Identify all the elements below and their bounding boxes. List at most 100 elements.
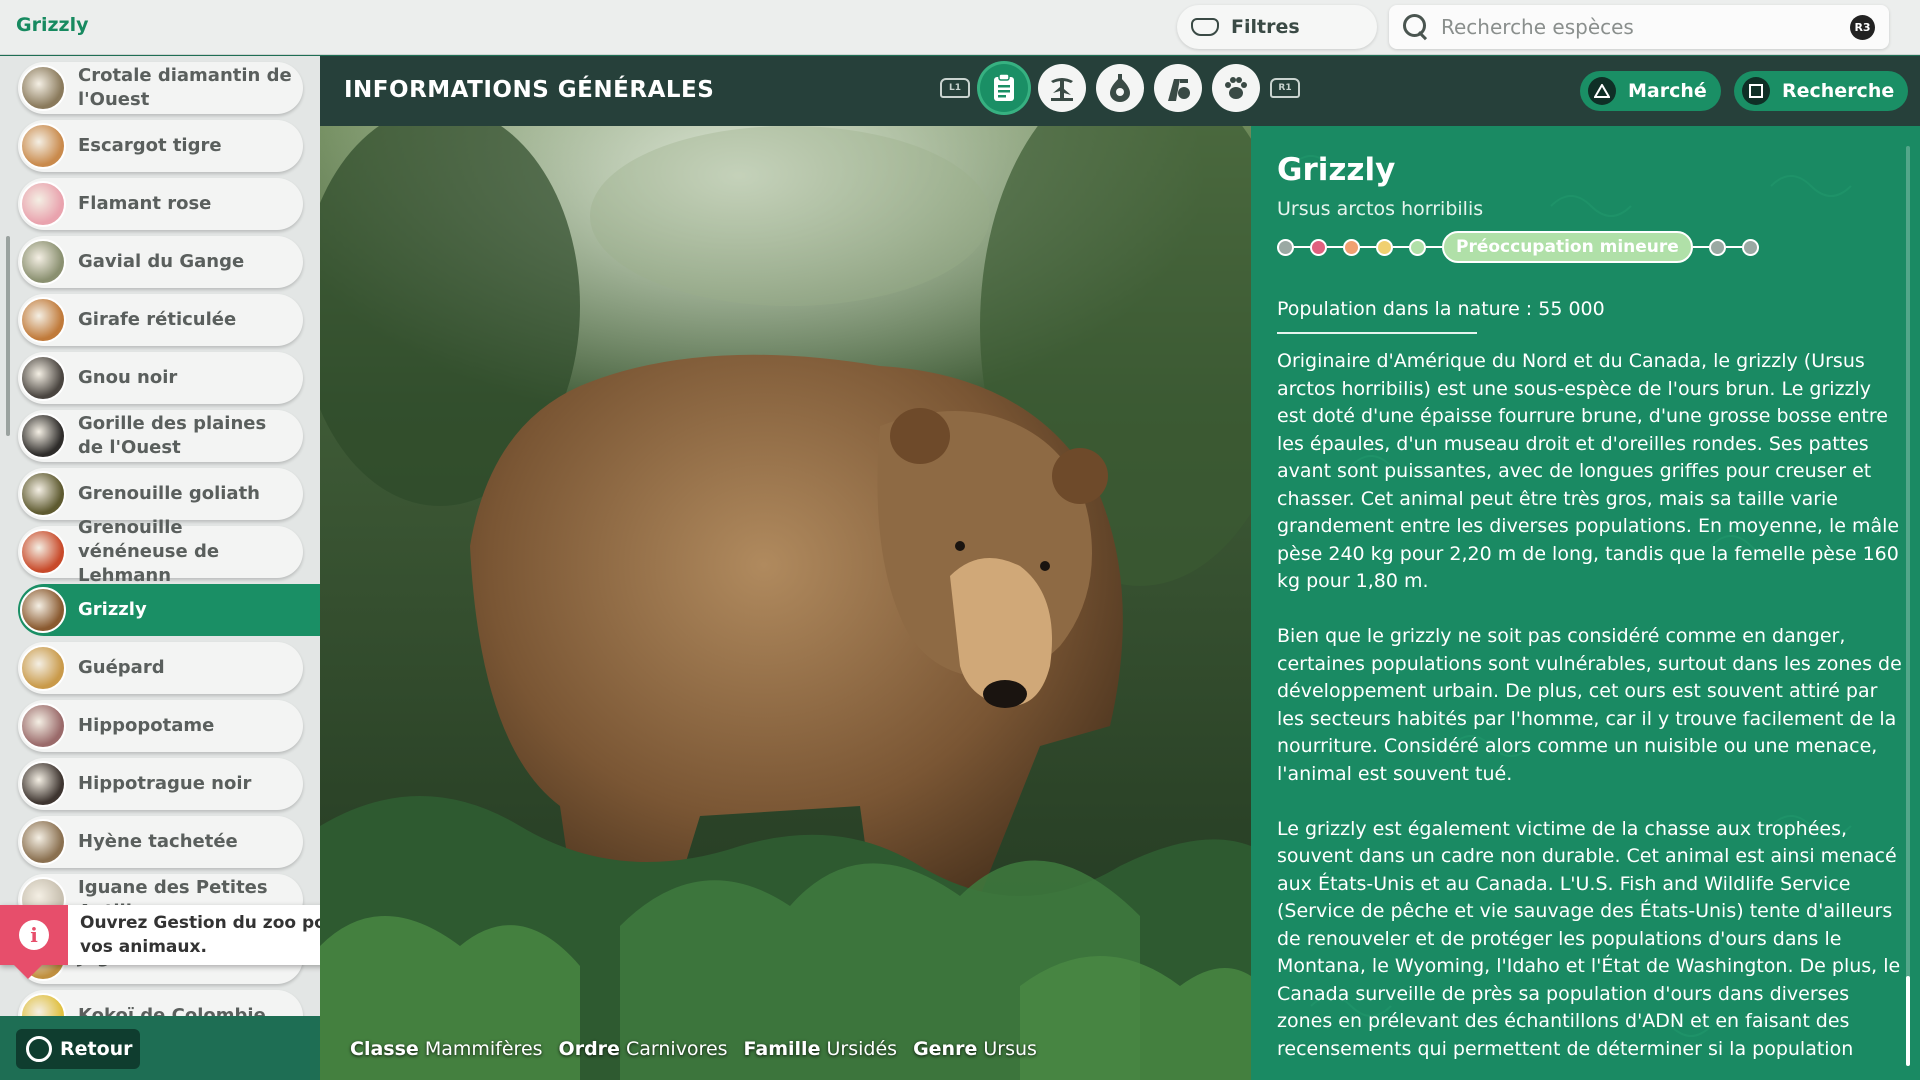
square-button-icon [1742, 77, 1770, 105]
status-link [1426, 246, 1442, 248]
list-scrollbar[interactable] [6, 236, 10, 436]
breadcrumb: Grizzly [16, 14, 89, 36]
species-item-label: Gorille des plaines de l'Ouest [78, 413, 267, 458]
status-dot [1343, 238, 1360, 256]
market-label: Marché [1628, 80, 1707, 102]
enrichment-icon [1168, 79, 1190, 101]
description-scroll-thumb[interactable] [1906, 976, 1910, 1066]
species-list: Crotale diamantin de l'Ouest Escargot tig… [18, 62, 320, 1016]
grizzly-bear-image [320, 126, 1251, 1080]
species-item-label: Grenouille goliath [78, 483, 260, 504]
tab-behaviour[interactable] [1212, 64, 1260, 112]
filter-icon [1191, 18, 1219, 36]
species-list-item[interactable]: Escargot tigre [18, 120, 303, 172]
species-item-label: Hyène tachetée [78, 831, 238, 852]
species-avatar [20, 355, 66, 401]
status-link [1692, 246, 1709, 248]
species-list-item[interactable]: Gorille des plaines de l'Ouest [18, 410, 303, 462]
market-button[interactable]: Marché [1580, 71, 1721, 111]
species-list-item[interactable]: Guépard [18, 642, 303, 694]
species-list-item[interactable]: Girafe réticulée [18, 294, 303, 346]
species-item-label: Guépard [78, 657, 165, 678]
taxonomy-order: Ordre Carnivores [558, 1038, 728, 1060]
habitat-icon [1051, 78, 1073, 101]
species-item-label: Girafe réticulée [78, 309, 237, 330]
info-icon: i [19, 920, 49, 950]
clipboard-icon [994, 73, 1014, 101]
tab-enrichment[interactable] [1154, 64, 1202, 112]
status-dot [1708, 238, 1726, 256]
species-list-item[interactable]: Crotale diamantin de l'Ouest [18, 62, 303, 114]
description-scrollbar[interactable] [1906, 146, 1910, 1060]
section-header: INFORMATIONS GÉNÉRALES L1 R1 Marché Rech… [320, 56, 1920, 126]
research-button[interactable]: Recherche [1734, 71, 1909, 111]
species-item-label: Kokoï de Colombie [78, 1005, 266, 1016]
species-list-item[interactable]: Flamant rose [18, 178, 303, 230]
species-avatar [20, 587, 66, 633]
species-avatar [20, 239, 66, 285]
population-underline [1277, 332, 1477, 334]
species-item-label: Gnou noir [78, 367, 178, 388]
species-list-item[interactable]: Grenouille goliath [18, 468, 303, 520]
species-list-item[interactable]: Gavial du Gange [18, 236, 303, 288]
species-avatar [20, 471, 66, 517]
species-list-item[interactable]: Gnou noir [18, 352, 303, 404]
description-paragraph: Le grizzly est également victime de la c… [1277, 817, 1901, 1060]
species-avatar [20, 703, 66, 749]
status-link [1725, 246, 1742, 248]
info-badge: i [0, 905, 68, 979]
tab-diet[interactable] [1096, 64, 1144, 112]
species-info-panel: Grizzly Ursus arctos horribilis Préoccup… [1251, 126, 1920, 1080]
species-list-item[interactable]: Hippopotame [18, 700, 303, 752]
r3-button-icon: R3 [1850, 15, 1875, 40]
species-search[interactable]: R3 [1389, 5, 1889, 49]
species-avatar [20, 819, 66, 865]
species-list-panel: Crotale diamantin de l'Ouest Escargot tig… [0, 56, 320, 1016]
status-link [1294, 246, 1310, 248]
tab-general-info[interactable] [980, 64, 1028, 112]
conservation-status-scale: Préoccupation mineure [1277, 230, 1759, 264]
species-item-label: Flamant rose [78, 193, 212, 214]
food-icon [1110, 74, 1130, 102]
filters-label: Filtres [1231, 16, 1300, 38]
l1-bumper-icon: L1 [940, 78, 970, 98]
research-label: Recherche [1782, 80, 1895, 102]
search-input[interactable] [1441, 15, 1841, 39]
species-item-label: Hippopotame [78, 715, 215, 736]
status-link [1360, 246, 1376, 248]
status-dot [1376, 238, 1393, 256]
status-dot [1277, 238, 1294, 256]
species-list-item[interactable]: Kokoï de Colombie [18, 990, 303, 1016]
species-item-label: Escargot tigre [78, 135, 222, 156]
wild-population: Population dans la nature : 55 000 [1277, 298, 1605, 320]
species-item-label: Grenouille vénéneuse de Lehmann [78, 517, 220, 586]
species-avatar [20, 65, 66, 111]
species-item-label: Hippotrague noir [78, 773, 252, 794]
triangle-button-icon [1588, 77, 1616, 105]
filters-button[interactable]: Filtres [1177, 5, 1377, 49]
back-button[interactable]: Retour [16, 1029, 140, 1069]
tab-habitat[interactable] [1038, 64, 1086, 112]
back-label: Retour [60, 1038, 133, 1060]
species-avatar [20, 761, 66, 807]
r1-bumper-icon: R1 [1270, 78, 1300, 98]
status-link [1327, 246, 1343, 248]
search-icon [1403, 14, 1429, 40]
species-list-item[interactable]: Hyène tachetée [18, 816, 303, 868]
taxonomy-family: Famille Ursidés [743, 1038, 898, 1060]
species-photo [320, 126, 1251, 1080]
status-dot [1409, 238, 1426, 256]
species-name: Grizzly [1277, 152, 1396, 188]
species-list-item[interactable]: Grenouille vénéneuse de Lehmann [18, 517, 303, 586]
status-dot [1310, 238, 1327, 256]
species-list-item[interactable]: Grizzly [18, 584, 320, 636]
species-list-item[interactable]: Hippotrague noir [18, 758, 303, 810]
species-avatar [20, 413, 66, 459]
species-avatar [20, 181, 66, 227]
current-status-pill: Préoccupation mineure [1442, 231, 1693, 263]
circle-button-icon [26, 1036, 52, 1062]
info-tabs: L1 R1 [940, 64, 1300, 112]
top-bar: Grizzly Filtres R3 [0, 0, 1920, 55]
taxonomy-line: Classe Mammifères Ordre Carnivores Famil… [350, 1038, 1037, 1060]
status-dot [1741, 238, 1759, 256]
